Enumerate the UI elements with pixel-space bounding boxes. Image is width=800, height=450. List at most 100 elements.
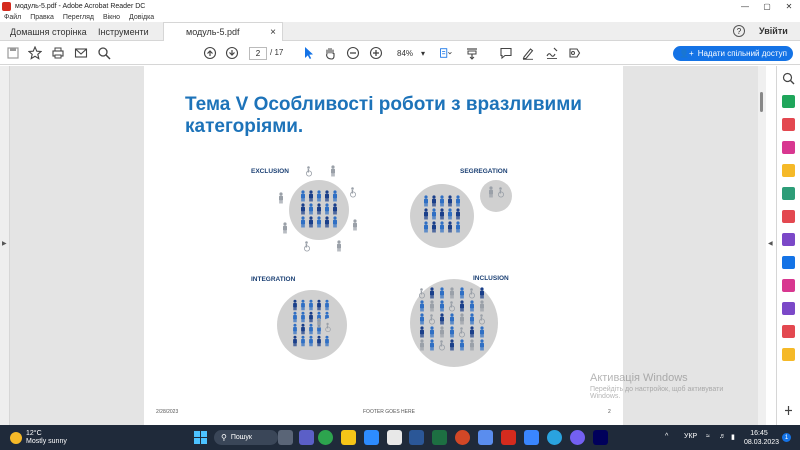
next-page-icon[interactable] bbox=[225, 45, 239, 61]
tab-document[interactable]: модуль-5.pdf × bbox=[163, 22, 283, 41]
sunny-icon bbox=[10, 432, 22, 444]
combine-files-icon[interactable] bbox=[782, 187, 795, 200]
person-plus-icon: 👤+ bbox=[679, 49, 694, 58]
menu-help[interactable]: Довідка bbox=[129, 14, 154, 21]
person-figure bbox=[331, 165, 335, 177]
acrobat-taskbar-icon[interactable] bbox=[501, 430, 516, 445]
tray-chevron-icon[interactable]: ^ bbox=[665, 433, 668, 440]
task-view-icon[interactable] bbox=[278, 430, 293, 445]
integration-inner-circle bbox=[321, 318, 339, 336]
store-icon[interactable] bbox=[387, 430, 402, 445]
volume-icon[interactable]: ♬ bbox=[719, 433, 726, 440]
chrome-icon[interactable] bbox=[318, 430, 333, 445]
expand-left-panel-icon[interactable]: ▶ bbox=[2, 240, 7, 247]
zoom-in-icon[interactable] bbox=[369, 45, 383, 61]
previous-page-icon[interactable] bbox=[203, 45, 217, 61]
export-pdf-icon[interactable] bbox=[782, 95, 795, 108]
collapse-right-panel-icon[interactable]: ◀ bbox=[768, 240, 773, 247]
tab-document-label: модуль-5.pdf bbox=[186, 27, 240, 37]
wheelchair-figure bbox=[305, 166, 312, 177]
maximize-button[interactable]: ▢ bbox=[756, 0, 778, 12]
right-tools-rail bbox=[776, 66, 800, 425]
share-button-label: Надати спільний доступ bbox=[697, 49, 787, 58]
request-signature-icon[interactable] bbox=[782, 302, 795, 315]
person-figure bbox=[353, 219, 357, 231]
highlight-pen-icon[interactable] bbox=[521, 45, 535, 61]
input-language[interactable]: УКР bbox=[684, 433, 697, 440]
photos-icon[interactable] bbox=[478, 430, 493, 445]
teams-icon[interactable] bbox=[299, 430, 314, 445]
weather-widget[interactable]: 12°C Mostly sunny bbox=[10, 430, 67, 446]
sign-icon[interactable] bbox=[567, 45, 581, 61]
viber-icon[interactable] bbox=[570, 430, 585, 445]
taskbar-search[interactable]: ⚲ Пошук bbox=[214, 430, 278, 445]
customize-tools-icon[interactable] bbox=[782, 404, 795, 417]
label-inclusion: INCLUSION bbox=[473, 275, 509, 282]
vertical-scrollbar[interactable] bbox=[758, 66, 766, 425]
zoom-panel-icon[interactable] bbox=[782, 72, 795, 85]
watermark-line-2: Перейдіть до настройок, щоб активувати bbox=[590, 386, 724, 393]
audition-icon[interactable] bbox=[593, 430, 608, 445]
search-glass-icon: ⚲ bbox=[221, 433, 227, 442]
menu-window[interactable]: Вікно bbox=[103, 14, 120, 21]
battery-icon[interactable]: ▮ bbox=[731, 433, 735, 441]
file-explorer-icon[interactable] bbox=[341, 430, 356, 445]
inclusion-diagram bbox=[277, 165, 512, 367]
excel-icon[interactable] bbox=[432, 430, 447, 445]
wifi-icon[interactable]: ≈ bbox=[706, 433, 710, 440]
select-cursor-icon[interactable] bbox=[301, 45, 315, 61]
menu-file[interactable]: Файл bbox=[4, 14, 21, 21]
zoom-out-icon[interactable] bbox=[346, 45, 360, 61]
bookmark-star-icon[interactable] bbox=[28, 45, 42, 61]
protect-icon[interactable] bbox=[782, 256, 795, 269]
windows-activation-watermark: Активація Windows Перейдіть до настройок… bbox=[590, 372, 723, 400]
email-icon[interactable] bbox=[74, 45, 88, 61]
menu-view[interactable]: Перегляд bbox=[63, 14, 94, 21]
print-icon[interactable] bbox=[51, 45, 65, 61]
page-number-input[interactable]: 2 bbox=[249, 47, 267, 60]
start-icon[interactable] bbox=[193, 430, 208, 445]
tab-tools[interactable]: Інструменти bbox=[98, 22, 149, 41]
edit-pdf-icon[interactable] bbox=[782, 141, 795, 154]
save-icon[interactable] bbox=[6, 45, 20, 61]
weather-desc: Mostly sunny bbox=[26, 438, 67, 445]
hand-tool-icon[interactable] bbox=[323, 45, 337, 61]
organize-pages-icon[interactable] bbox=[782, 279, 795, 292]
draw-icon[interactable] bbox=[545, 45, 559, 61]
scrollbar-thumb[interactable] bbox=[760, 92, 763, 112]
search-icon[interactable] bbox=[97, 45, 111, 61]
telegram-icon[interactable] bbox=[547, 430, 562, 445]
comment-icon[interactable] bbox=[499, 45, 513, 61]
person-figure bbox=[279, 192, 283, 204]
close-window-button[interactable]: ✕ bbox=[778, 0, 800, 12]
notification-badge[interactable]: 1 bbox=[782, 433, 791, 442]
share-button[interactable]: 👤+ Надати спільний доступ bbox=[673, 46, 793, 61]
close-tab-icon[interactable]: × bbox=[270, 27, 276, 38]
mail-icon[interactable] bbox=[524, 430, 539, 445]
create-pdf-icon[interactable] bbox=[782, 118, 795, 131]
menu-edit[interactable]: Правка bbox=[30, 14, 54, 21]
wheelchair-figure bbox=[349, 187, 356, 198]
page-fit-icon[interactable] bbox=[437, 45, 455, 61]
slide-footer-date: 2/28/2023 bbox=[156, 409, 179, 415]
person-figure bbox=[283, 222, 287, 234]
word-icon[interactable] bbox=[409, 430, 424, 445]
send-for-signature-icon[interactable] bbox=[782, 233, 795, 246]
pdf-page: Тема V Особливості роботи з вразливими к… bbox=[144, 66, 623, 425]
compress-pdf-icon[interactable] bbox=[782, 325, 795, 338]
clock-time: 16:45 bbox=[750, 430, 768, 437]
system-clock[interactable]: 16:45 08.03.2023 bbox=[744, 429, 779, 447]
page-total: / 17 bbox=[270, 48, 284, 57]
zoom-level-select[interactable]: 84% bbox=[389, 47, 429, 60]
help-icon[interactable]: ? bbox=[733, 25, 745, 37]
sign-in-button[interactable]: Увійти bbox=[759, 26, 788, 36]
tab-home[interactable]: Домашня сторінка bbox=[10, 22, 87, 41]
minimize-button[interactable]: — bbox=[734, 0, 756, 12]
comment-tool-icon[interactable] bbox=[782, 164, 795, 177]
scroll-mode-icon[interactable] bbox=[465, 45, 479, 61]
zoom-app-icon[interactable] bbox=[364, 430, 379, 445]
segregation-small-circle bbox=[480, 180, 512, 212]
more-tools-icon[interactable] bbox=[782, 348, 795, 361]
powerpoint-icon[interactable] bbox=[455, 430, 470, 445]
fill-sign-icon[interactable] bbox=[782, 210, 795, 223]
